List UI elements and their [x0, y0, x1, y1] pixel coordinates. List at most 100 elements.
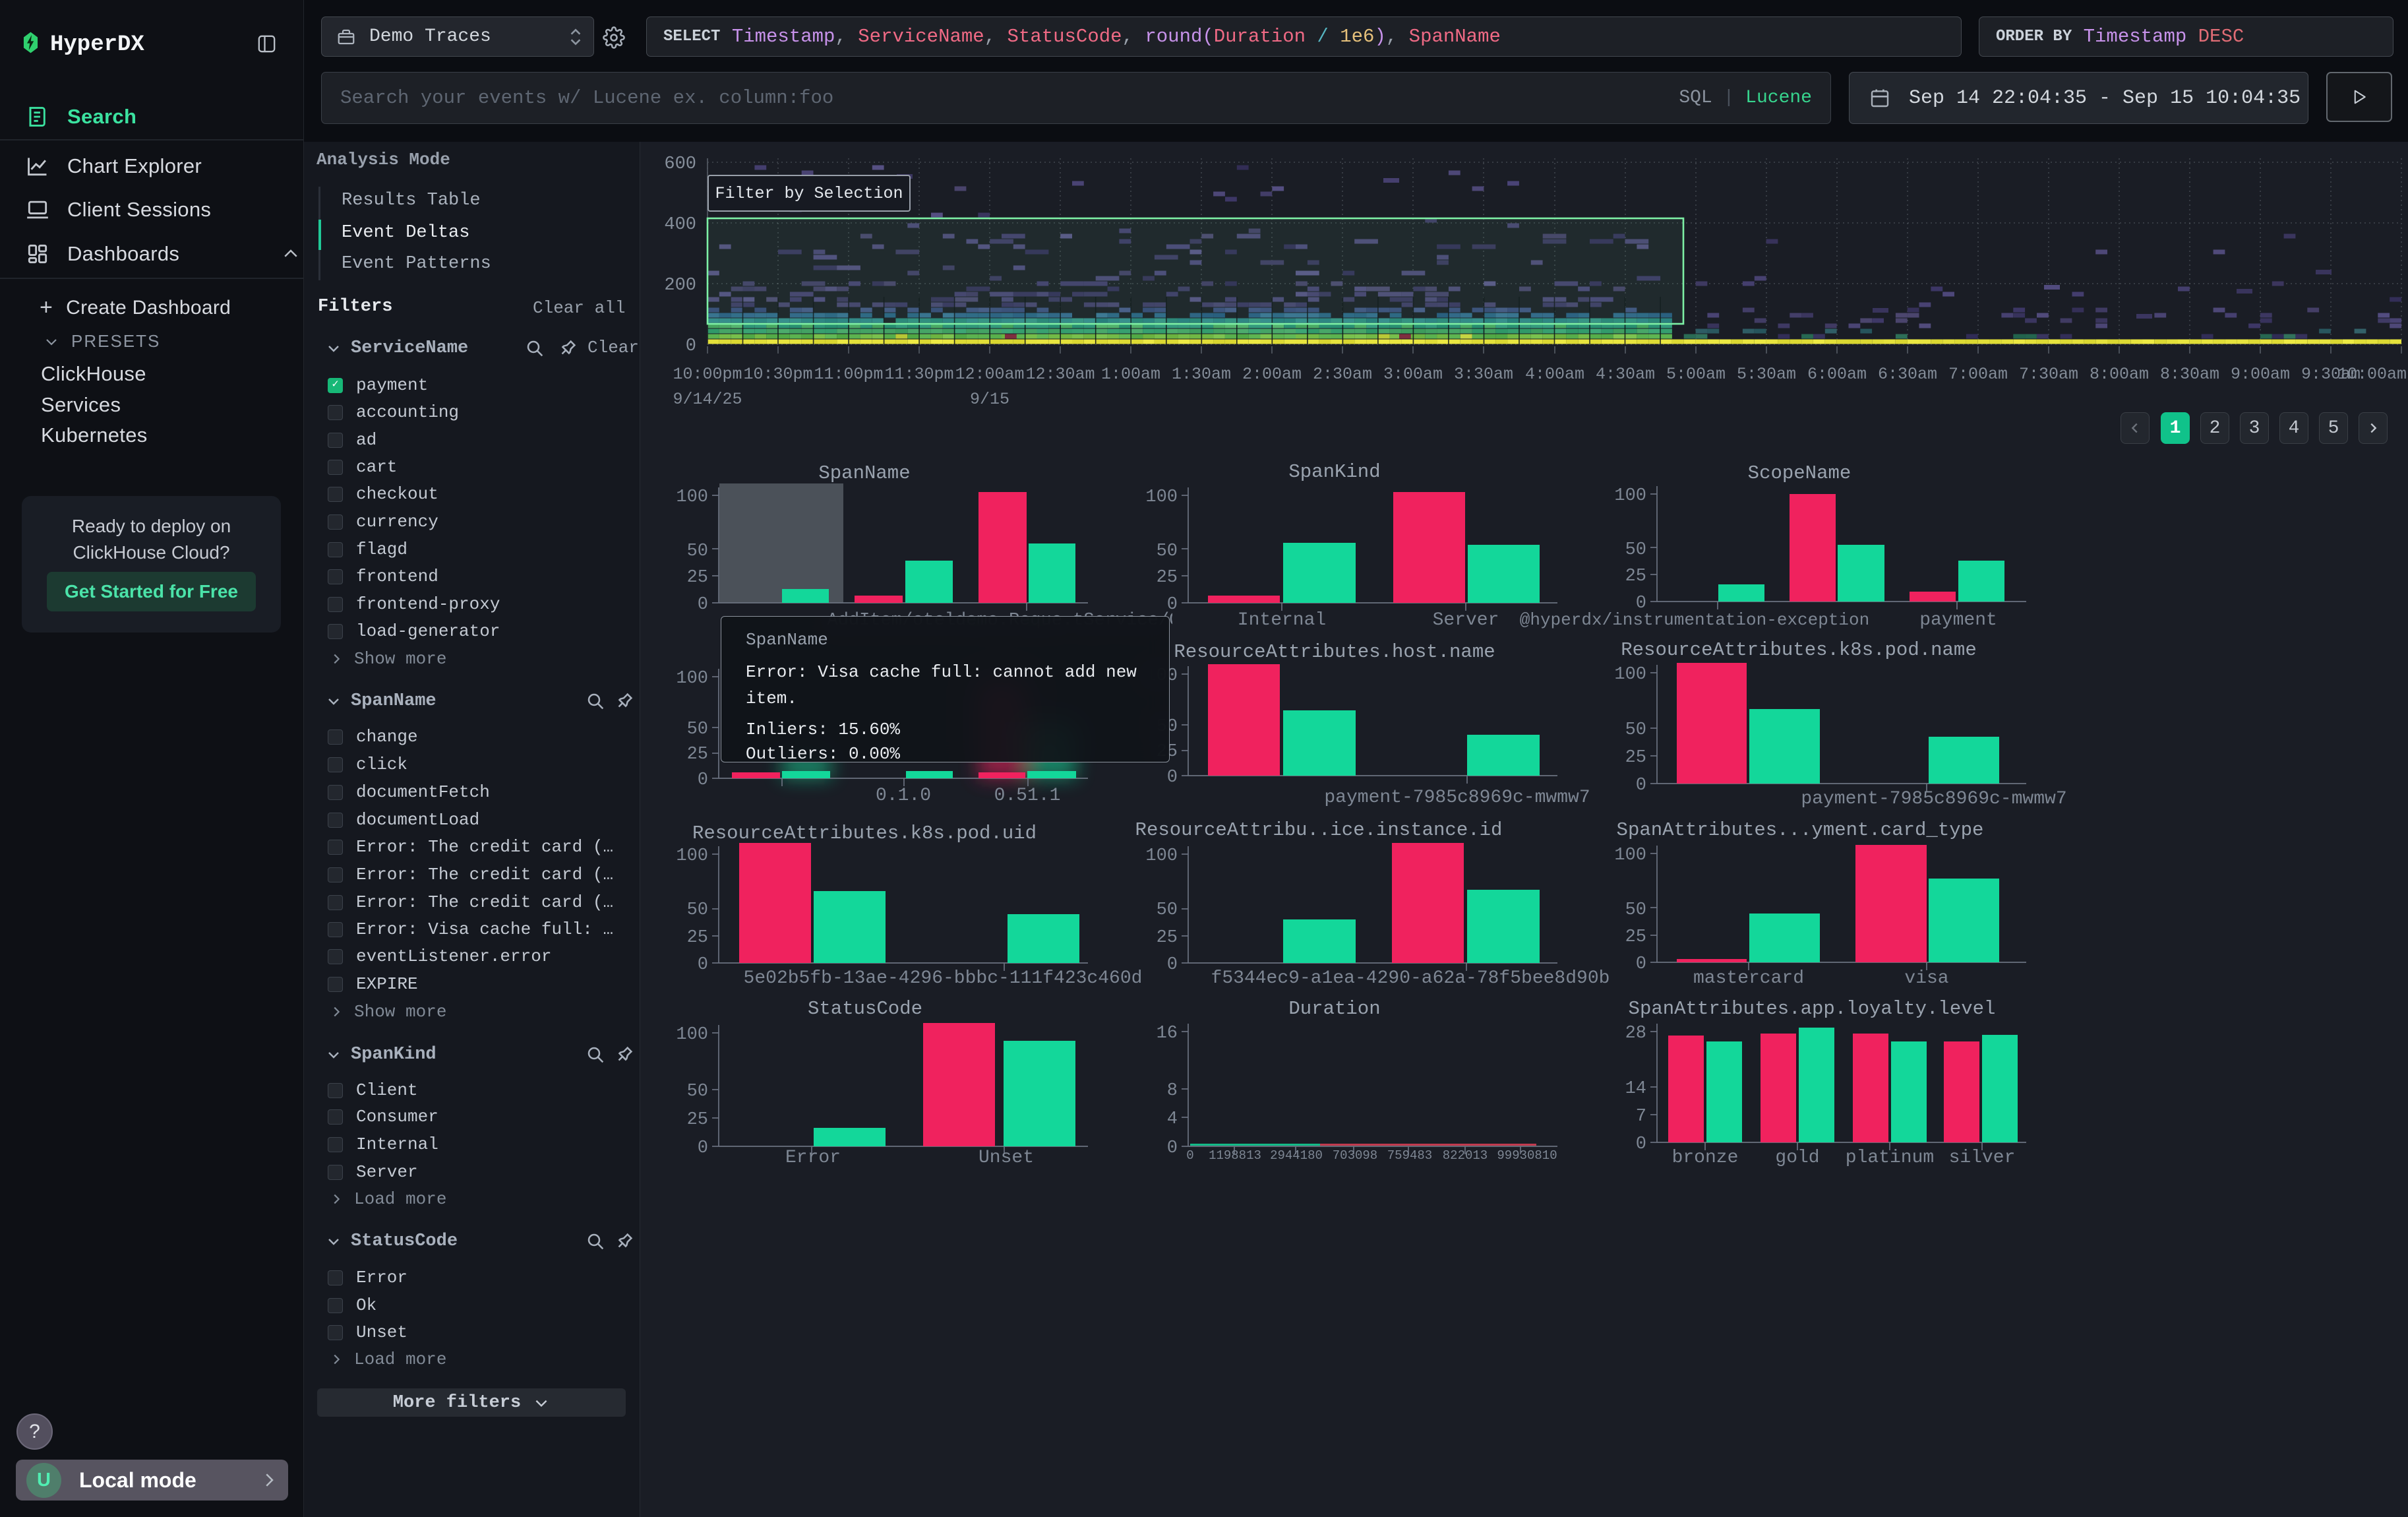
svg-text:1198813: 1198813 — [1209, 1148, 1261, 1163]
svg-text:0: 0 — [1186, 1148, 1193, 1163]
svg-text:10:30pm: 10:30pm — [743, 365, 812, 384]
svg-text:11:30pm: 11:30pm — [884, 365, 953, 384]
svg-text:bronze: bronze — [1672, 1148, 1739, 1168]
svg-text:25: 25 — [687, 745, 708, 764]
svg-text:10:00pm: 10:00pm — [673, 365, 742, 384]
svg-text:100: 100 — [1614, 486, 1646, 506]
svg-text:25: 25 — [687, 568, 708, 588]
svg-text:0: 0 — [1167, 595, 1178, 615]
svg-text:25: 25 — [1625, 748, 1646, 768]
svg-text:ScopeName: ScopeName — [1748, 462, 1851, 484]
svg-text:10:00am: 10:00am — [2337, 365, 2407, 384]
svg-text:50: 50 — [1157, 542, 1178, 561]
svg-text:600: 600 — [664, 154, 696, 174]
svg-text:0: 0 — [1167, 1138, 1178, 1158]
svg-text:25: 25 — [687, 1110, 708, 1130]
svg-text:4:00am: 4:00am — [1525, 365, 1584, 384]
svg-text:9:00am: 9:00am — [2231, 365, 2290, 384]
svg-text:gold: gold — [1775, 1148, 1819, 1168]
svg-text:8:00am: 8:00am — [2090, 365, 2149, 384]
svg-text:11:00pm: 11:00pm — [814, 365, 883, 384]
svg-text:200: 200 — [664, 276, 696, 295]
svg-text:0: 0 — [1167, 768, 1178, 788]
svg-text:3:00am: 3:00am — [1383, 365, 1443, 384]
svg-text:50: 50 — [687, 720, 708, 739]
svg-text:7:00am: 7:00am — [1948, 365, 2008, 384]
svg-text:0: 0 — [1636, 1134, 1646, 1154]
svg-text:StatusCode: StatusCode — [808, 998, 922, 1020]
svg-text:100: 100 — [1614, 846, 1646, 865]
svg-text:Unset: Unset — [978, 1148, 1034, 1168]
svg-text:50: 50 — [1625, 540, 1646, 560]
svg-text:100: 100 — [1145, 487, 1178, 507]
svg-text:2:00am: 2:00am — [1242, 365, 1302, 384]
svg-text:SpanKind: SpanKind — [1288, 461, 1380, 483]
svg-text:25: 25 — [1625, 567, 1646, 586]
svg-text:25: 25 — [687, 928, 708, 948]
svg-text:8: 8 — [1167, 1081, 1178, 1101]
svg-text:3:30am: 3:30am — [1454, 365, 1513, 384]
svg-text:f5344ec9-a1ea-4290-a62a-78f5be: f5344ec9-a1ea-4290-a62a-78f5bee8d90b — [1211, 968, 1610, 989]
svg-text:2:30am: 2:30am — [1313, 365, 1372, 384]
svg-text:0: 0 — [698, 955, 708, 975]
svg-text:100: 100 — [676, 669, 708, 689]
svg-text:703098: 703098 — [1333, 1148, 1377, 1163]
svg-text:50: 50 — [1157, 900, 1178, 920]
svg-text:7:30am: 7:30am — [2019, 365, 2078, 384]
svg-text:12:00am: 12:00am — [955, 365, 1024, 384]
svg-text:25: 25 — [1157, 928, 1178, 948]
svg-text:ResourceAttributes.k8s.pod.uid: ResourceAttributes.k8s.pod.uid — [692, 822, 1037, 844]
svg-text:platinum: platinum — [1846, 1148, 1934, 1168]
svg-text:5e02b5fb-13ae-4296-bbbc-111f42: 5e02b5fb-13ae-4296-bbbc-111f423c460d — [744, 968, 1143, 989]
svg-text:visa: visa — [1904, 968, 1948, 989]
svg-text:400: 400 — [664, 215, 696, 235]
svg-text:2944180: 2944180 — [1270, 1148, 1323, 1163]
svg-text:@hyperdx/instrumentation-excep: @hyperdx/instrumentation-exception — [1520, 610, 1870, 630]
svg-text:0: 0 — [1636, 776, 1646, 795]
svg-text:SpanAttributes.app.loyalty.lev: SpanAttributes.app.loyalty.level — [1629, 998, 1996, 1020]
svg-text:16: 16 — [1157, 1024, 1178, 1043]
svg-text:payment-7985c8969c-mwmw7: payment-7985c8969c-mwmw7 — [1324, 788, 1590, 808]
svg-text:9/15: 9/15 — [970, 390, 1009, 409]
svg-text:99930810: 99930810 — [1497, 1148, 1557, 1163]
svg-text:14: 14 — [1625, 1079, 1646, 1099]
svg-text:payment-7985c8969c-mwmw7: payment-7985c8969c-mwmw7 — [1801, 789, 2066, 809]
svg-text:1:00am: 1:00am — [1101, 365, 1160, 384]
svg-text:0: 0 — [1636, 954, 1646, 974]
svg-text:silver: silver — [1949, 1148, 2016, 1168]
svg-text:1:30am: 1:30am — [1172, 365, 1231, 384]
svg-text:822013: 822013 — [1443, 1148, 1488, 1163]
svg-text:25: 25 — [1625, 927, 1646, 947]
svg-text:6:30am: 6:30am — [1878, 365, 1937, 384]
svg-text:50: 50 — [1625, 900, 1646, 920]
svg-text:5:30am: 5:30am — [1737, 365, 1796, 384]
svg-text:6:00am: 6:00am — [1807, 365, 1867, 384]
svg-text:SpanAttributes...yment.card_ty: SpanAttributes...yment.card_type — [1617, 819, 1984, 841]
svg-text:SpanName: SpanName — [818, 462, 910, 484]
svg-text:ResourceAttributes.host.name: ResourceAttributes.host.name — [1174, 641, 1495, 663]
svg-text:mastercard: mastercard — [1693, 968, 1804, 989]
svg-text:ResourceAttributes.k8s.pod.nam: ResourceAttributes.k8s.pod.name — [1621, 639, 1977, 661]
svg-text:8:30am: 8:30am — [2160, 365, 2219, 384]
svg-text:0: 0 — [698, 595, 708, 615]
svg-text:0: 0 — [686, 336, 696, 356]
svg-text:759483: 759483 — [1387, 1148, 1432, 1163]
svg-text:100: 100 — [1145, 846, 1178, 866]
svg-text:Server: Server — [1433, 610, 1499, 631]
svg-text:50: 50 — [687, 900, 708, 920]
svg-text:4:30am: 4:30am — [1596, 365, 1655, 384]
svg-text:0.51.1: 0.51.1 — [994, 786, 1061, 806]
svg-text:50: 50 — [687, 542, 708, 561]
svg-text:0: 0 — [698, 770, 708, 790]
svg-text:payment: payment — [1919, 610, 1997, 631]
svg-text:100: 100 — [676, 846, 708, 866]
svg-text:5:00am: 5:00am — [1666, 365, 1726, 384]
svg-text:12:30am: 12:30am — [1025, 365, 1095, 384]
svg-text:4: 4 — [1167, 1109, 1178, 1129]
svg-text:25: 25 — [1157, 568, 1178, 588]
svg-text:Duration: Duration — [1288, 998, 1380, 1020]
svg-text:7: 7 — [1636, 1107, 1646, 1127]
svg-text:100: 100 — [676, 1025, 708, 1045]
svg-text:ResourceAttribu..ice.instance.: ResourceAttribu..ice.instance.id — [1135, 819, 1503, 841]
svg-text:0.1.0: 0.1.0 — [876, 786, 931, 806]
